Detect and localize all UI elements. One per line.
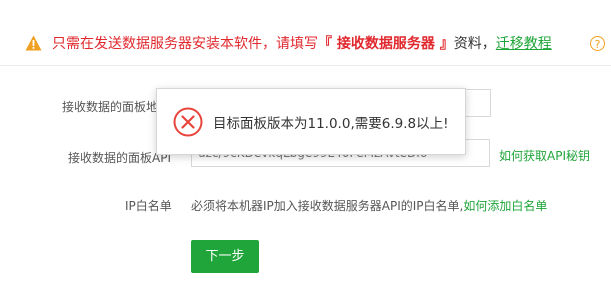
warning-notice: 只需在发送数据服务器安装本软件，请填写『 接收数据服务器 』资料，迁移教程 — [52, 35, 552, 53]
ip-whitelist-hint: 必须将本机器IP加入接收数据服务器API的IP白名单,如何添加白名单 — [191, 197, 547, 214]
get-api-key-link[interactable]: 如何获取API秘钥 — [499, 147, 590, 164]
help-icon[interactable]: ? — [590, 36, 605, 51]
toast-message: 目标面板版本为11.0.0,需要6.9.8以上! — [213, 116, 449, 132]
notice-suffix: 资料， — [453, 36, 496, 52]
warning-bar: 只需在发送数据服务器安装本软件，请填写『 接收数据服务器 』资料，迁移教程 ? — [0, 0, 611, 66]
add-whitelist-link[interactable]: 如何添加白名单 — [463, 199, 547, 213]
error-toast: 目标面板版本为11.0.0,需要6.9.8以上! — [156, 88, 466, 155]
notice-text: 只需在发送数据服务器安装本软件，请填写 — [52, 36, 318, 52]
next-step-button[interactable]: 下一步 — [191, 240, 259, 273]
panel-address-input[interactable] — [462, 89, 491, 117]
error-circle-icon — [173, 107, 203, 137]
notice-emphasis: 『 接收数据服务器 』 — [318, 36, 454, 52]
ip-whitelist-hint-text: 必须将本机器IP加入接收数据服务器API的IP白名单, — [191, 199, 464, 213]
ip-whitelist-label: IP白名单 — [125, 199, 172, 213]
panel-address-label: 接收数据的面板地 — [62, 100, 159, 114]
migration-tutorial-link[interactable]: 迁移教程 — [496, 36, 552, 52]
warning-icon — [25, 35, 42, 51]
